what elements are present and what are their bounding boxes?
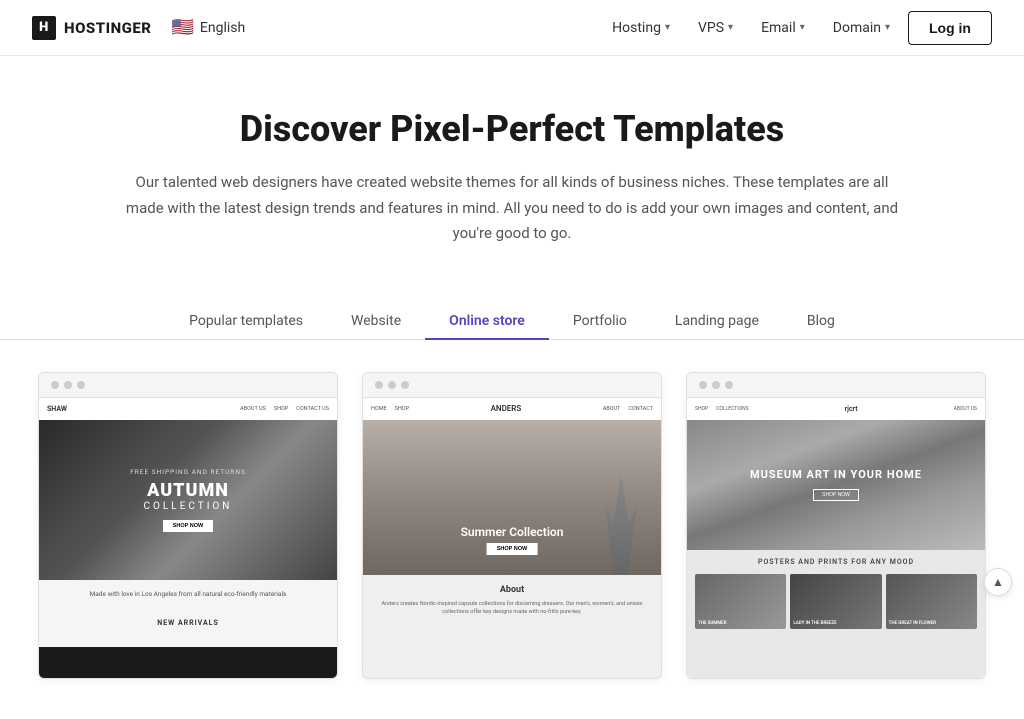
logo-icon: H (32, 16, 56, 40)
t2-nav-right: ABOUT CONTACT (603, 406, 653, 412)
login-button[interactable]: Log in (908, 11, 992, 45)
t1-hero-text: FREE SHIPPING AND RETURNS AUTUMN COLLECT… (130, 468, 246, 532)
t1-body-text: Made with love in Los Angeles from all n… (51, 590, 325, 600)
t2-about-section: About Anders creates Nordic-inspired cap… (363, 575, 661, 624)
t3-gallery: THE SUMMER LADY IN THE BREEZE THE GREAT … (687, 574, 985, 629)
plant-decoration (601, 475, 641, 575)
t1-nav: ABOUT US SHOP CONTACT US (240, 406, 329, 412)
window-dot-yellow (64, 381, 72, 389)
template-card-anders[interactable]: HOME SHOP ANDERS ABOUT CONTACT Summer Co… (362, 372, 662, 679)
nav-domain[interactable]: Domain ▾ (823, 16, 900, 40)
template-preview-anders: HOME SHOP ANDERS ABOUT CONTACT Summer Co… (363, 398, 661, 678)
tab-landing-page[interactable]: Landing page (651, 303, 783, 339)
navbar: H HOSTINGER 🇺🇸 English Hosting ▾ VPS ▾ E… (0, 0, 1024, 56)
t3-hero-title: MUSEUM ART IN YOUR HOME (750, 468, 922, 481)
window-dot-green (77, 381, 85, 389)
t1-cta-button[interactable]: SHOP NOW (163, 520, 213, 532)
t2-nav-left: HOME SHOP (371, 406, 409, 412)
template-preview-shaw: SHAW ABOUT US SHOP CONTACT US FREE SHIPP… (39, 398, 337, 678)
templates-grid: SHAW ABOUT US SHOP CONTACT US FREE SHIPP… (0, 372, 1024, 719)
hero-description: Our talented web designers have created … (122, 170, 902, 247)
window-dot-red (375, 381, 383, 389)
nav-links: Hosting ▾ VPS ▾ Email ▾ Domain ▾ Log in (602, 11, 992, 45)
t1-footer-label: NEW ARRIVALS (51, 609, 325, 637)
template-preview-rjcrt: SHOP COLLECTIONS rjcrt ABOUT US MUSEUM A… (687, 398, 985, 678)
chevron-down-icon: ▾ (728, 22, 733, 33)
t3-hero-image: MUSEUM ART IN YOUR HOME SHOP NOW (687, 420, 985, 550)
hero-title: Discover Pixel-Perfect Templates (32, 108, 992, 150)
flag-icon: 🇺🇸 (171, 17, 193, 38)
nav-email[interactable]: Email ▾ (751, 16, 815, 40)
card-titlebar (363, 373, 661, 398)
t2-about-text: Anders creates Nordic-inspired capsule c… (375, 600, 649, 618)
window-dot-green (401, 381, 409, 389)
t1-hero-label: FREE SHIPPING AND RETURNS (130, 468, 246, 476)
category-tabs: Popular templates Website Online store P… (0, 303, 1024, 340)
window-dot-red (699, 381, 707, 389)
window-dot-red (51, 381, 59, 389)
language-selector[interactable]: 🇺🇸 English (171, 17, 245, 38)
window-dot-yellow (712, 381, 720, 389)
chevron-down-icon: ▾ (665, 22, 670, 33)
t3-site-name: rjcrt (845, 405, 858, 413)
t3-cta-button[interactable]: SHOP NOW (813, 489, 859, 501)
chevron-down-icon: ▾ (885, 22, 890, 33)
gallery-item-1: THE SUMMER (695, 574, 786, 629)
window-dot-green (725, 381, 733, 389)
t1-bottom: Made with love in Los Angeles from all n… (39, 580, 337, 648)
t2-hero-image: Summer Collection SHOP NOW (363, 420, 661, 575)
t2-about-title: About (375, 585, 649, 595)
template-card-shaw[interactable]: SHAW ABOUT US SHOP CONTACT US FREE SHIPP… (38, 372, 338, 679)
t1-topbar: SHAW ABOUT US SHOP CONTACT US (39, 398, 337, 420)
template-card-rjcrt[interactable]: SHOP COLLECTIONS rjcrt ABOUT US MUSEUM A… (686, 372, 986, 679)
card-titlebar (687, 373, 985, 398)
t3-topbar: SHOP COLLECTIONS rjcrt ABOUT US (687, 398, 985, 420)
tab-portfolio[interactable]: Portfolio (549, 303, 651, 339)
scroll-to-top[interactable]: ▲ (984, 568, 1012, 596)
gallery-item-3: THE GREAT IN FLOWER (886, 574, 977, 629)
t2-hero-label: Summer Collection SHOP NOW (461, 525, 564, 555)
t2-cta-button[interactable]: SHOP NOW (487, 543, 537, 555)
gallery-label-2: LADY IN THE BREEZE (793, 621, 836, 626)
hero-section: Discover Pixel-Perfect Templates Our tal… (0, 56, 1024, 267)
t1-hero-title: AUTUMN (130, 480, 246, 501)
nav-vps[interactable]: VPS ▾ (688, 16, 743, 40)
nav-hosting[interactable]: Hosting ▾ (602, 16, 680, 40)
tab-blog[interactable]: Blog (783, 303, 859, 339)
card-titlebar (39, 373, 337, 398)
tab-website[interactable]: Website (327, 303, 425, 339)
t3-hero-text: MUSEUM ART IN YOUR HOME SHOP NOW (750, 468, 922, 501)
t3-nav-right: ABOUT US (954, 406, 977, 412)
gallery-item-2: LADY IN THE BREEZE (790, 574, 881, 629)
logo[interactable]: H HOSTINGER (32, 16, 151, 40)
gallery-label-1: THE SUMMER (698, 621, 727, 626)
chevron-down-icon: ▾ (800, 22, 805, 33)
tab-online-store[interactable]: Online store (425, 303, 549, 339)
language-label: English (200, 20, 245, 36)
tab-popular[interactable]: Popular templates (165, 303, 327, 339)
t1-hero-image: FREE SHIPPING AND RETURNS AUTUMN COLLECT… (39, 420, 337, 580)
t2-topbar: HOME SHOP ANDERS ABOUT CONTACT (363, 398, 661, 420)
brand-name: HOSTINGER (64, 19, 151, 37)
t3-subtitle: POSTERS AND PRINTS FOR ANY MOOD (687, 550, 985, 574)
t1-hero-subtitle: COLLECTION (130, 501, 246, 512)
t2-site-name: ANDERS (491, 404, 522, 413)
t3-nav-left: SHOP COLLECTIONS (695, 406, 749, 412)
window-dot-yellow (388, 381, 396, 389)
gallery-label-3: THE GREAT IN FLOWER (889, 621, 936, 626)
